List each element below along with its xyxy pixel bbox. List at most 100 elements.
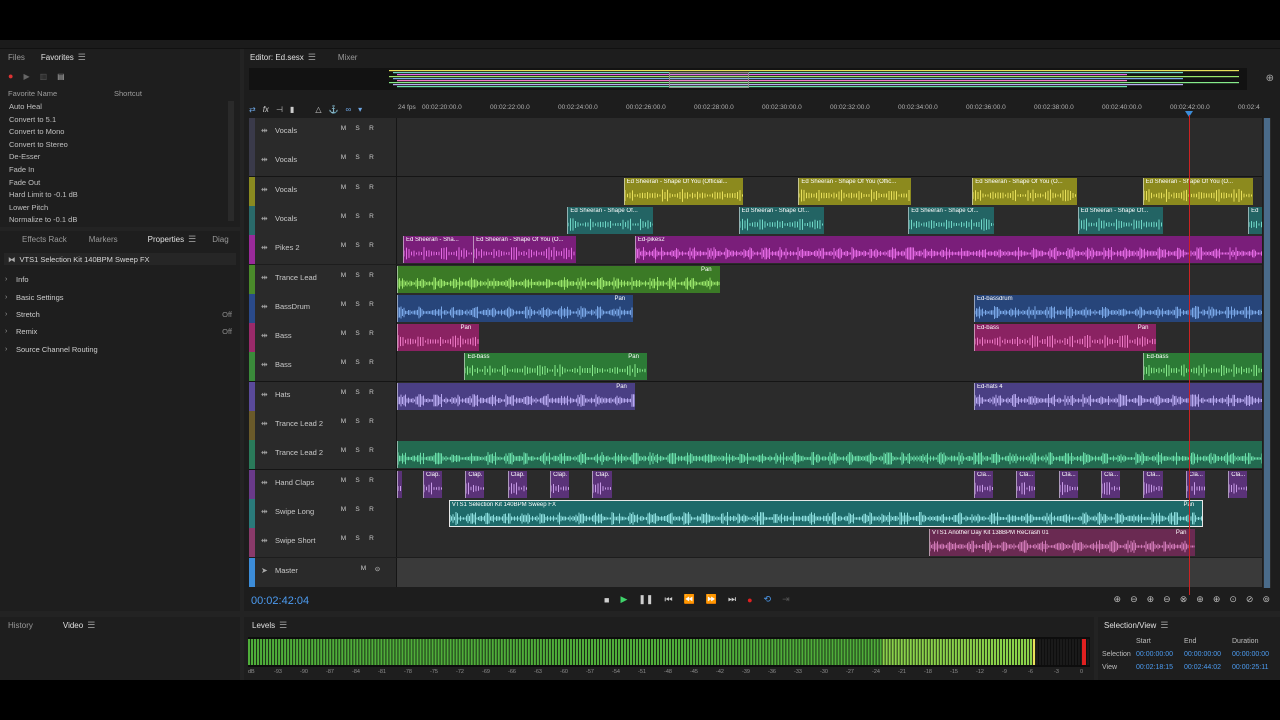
audio-clip[interactable]: Cla... — [973, 470, 993, 498]
record-arm-button[interactable]: R — [367, 301, 376, 308]
track-name[interactable]: Bass — [275, 360, 292, 369]
track-header[interactable]: ⇹ Trance Lead M S R — [249, 264, 397, 294]
audio-clip[interactable]: Clap... — [550, 470, 570, 498]
solo-button[interactable]: S — [353, 330, 362, 337]
list-item[interactable]: Hard Limit to -0.1 dB — [0, 189, 226, 202]
scrollbar-thumb[interactable] — [1264, 118, 1270, 588]
record-arm-button[interactable]: R — [367, 418, 376, 425]
record-arm-button[interactable]: R — [367, 330, 376, 337]
record-arm-button[interactable]: R — [367, 272, 376, 279]
timeline-ruler[interactable]: 24 fps 00:02:20:00.0 00:02:22:00.0 00:02:2… — [397, 102, 1261, 118]
mute-button[interactable]: M — [339, 213, 348, 220]
track-lane[interactable]: Pan Ed-hats 4 — [397, 381, 1262, 411]
settings-icon[interactable]: ▤ — [57, 72, 65, 81]
mute-button[interactable]: M — [339, 330, 348, 337]
fx-icon[interactable]: fx — [263, 105, 269, 114]
clip-pan-label[interactable]: Pan — [701, 267, 712, 273]
go-to-end-icon[interactable]: ⏭ — [728, 594, 736, 605]
list-item[interactable]: Lower Pitch — [0, 202, 226, 215]
mute-button[interactable]: M — [339, 154, 348, 161]
record-arm-button[interactable]: R — [367, 447, 376, 454]
clip-indicator[interactable] — [1082, 639, 1086, 665]
master-output-routing-icon[interactable]: ⊝ — [373, 565, 382, 573]
view-end-field[interactable]: 00:02:44:02 — [1184, 664, 1232, 671]
tab-properties[interactable]: Properties ☰ — [126, 234, 205, 245]
track-lane[interactable]: Pan Ed-bassdrum — [397, 293, 1262, 323]
track-name[interactable]: Vocals — [275, 155, 297, 164]
record-arm-button[interactable]: R — [367, 242, 376, 249]
track-name[interactable]: Trance Lead — [275, 273, 317, 282]
track-header[interactable]: ⇹ Bass M S R — [249, 352, 397, 382]
track-header[interactable]: ⇹ Bass M S R — [249, 323, 397, 353]
panel-menu-icon[interactable]: ☰ — [188, 234, 196, 245]
playhead[interactable] — [1189, 115, 1190, 595]
record-arm-button[interactable]: R — [367, 213, 376, 220]
mute-button[interactable]: M — [339, 418, 348, 425]
track-lane[interactable] — [397, 440, 1262, 470]
selection-duration-field[interactable]: 00:00:00:00 — [1232, 651, 1280, 658]
mute-button[interactable]: M — [339, 477, 348, 484]
current-time-display[interactable]: 00:02:42:04 — [251, 595, 309, 607]
track-name[interactable]: Master — [275, 566, 298, 575]
more-tabs-icon[interactable]: » — [237, 235, 240, 244]
audio-clip[interactable]: Ed Sheeran - Shape Of... — [567, 206, 654, 234]
list-item[interactable]: Convert to Mono — [0, 126, 226, 139]
solo-button[interactable]: S — [353, 477, 362, 484]
track-name[interactable]: Vocals — [275, 214, 297, 223]
audio-clip[interactable]: Ed Sheeran - Shape Of You (O... — [972, 177, 1077, 205]
track-name[interactable]: Trance Lead 2 — [275, 448, 323, 457]
list-item[interactable]: Convert to 5.1 — [0, 114, 226, 127]
track-lane[interactable] — [397, 147, 1262, 177]
solo-button[interactable]: S — [353, 535, 362, 542]
delete-icon[interactable]: ▥ — [40, 72, 48, 81]
mute-button[interactable]: M — [339, 535, 348, 542]
audio-clip[interactable]: Cla... — [1016, 470, 1036, 498]
track-header[interactable]: ⇹ Vocals M S R — [249, 176, 397, 206]
track-name[interactable]: Hand Claps — [275, 478, 314, 487]
audio-clip[interactable]: Ed-bass Pan — [973, 324, 1157, 352]
track-header[interactable]: ⇹ Hand Claps M S R — [249, 469, 397, 499]
record-arm-button[interactable]: R — [367, 359, 376, 366]
panel-menu-icon[interactable]: ☰ — [1160, 620, 1168, 631]
audio-clip[interactable]: Pan — [397, 294, 634, 322]
audio-clip[interactable]: VTS1 Another Day Kit 138BPM ReCrash 01 Pa… — [928, 529, 1195, 557]
track-name[interactable]: BassDrum — [275, 302, 310, 311]
solo-button[interactable]: S — [353, 301, 362, 308]
record-arm-button[interactable]: R — [367, 535, 376, 542]
track-lane[interactable]: Ed Sheeran - Shape Of You (Official... Ed… — [397, 176, 1262, 206]
audio-clip[interactable]: Ed Sheeran - Shape Of You (O... — [473, 236, 577, 264]
audio-clip[interactable]: VTS1 Selection Kit 140BPM Sweep FXPan — [448, 499, 1204, 527]
audio-clip[interactable]: Ed Sheeran - Shape Of You (Offic... — [798, 177, 911, 205]
track-header[interactable]: ⇹ Vocals M S R — [249, 147, 397, 177]
track-lane[interactable]: VTS1 Selection Kit 140BPM Sweep FXPan — [397, 498, 1262, 528]
go-to-start-icon[interactable]: ⏮ — [664, 594, 672, 605]
list-item[interactable]: Convert to Stereo — [0, 139, 226, 152]
panel-menu-icon[interactable]: ☰ — [279, 620, 287, 631]
tracks-scrollbar[interactable] — [1263, 118, 1271, 588]
view-duration-field[interactable]: 00:00:25:11 — [1232, 664, 1280, 671]
clip-pan-label[interactable]: Pan — [628, 354, 639, 360]
section-remix[interactable]: › Remix Off — [0, 323, 240, 340]
mute-button[interactable]: M — [339, 242, 348, 249]
track-lane[interactable] — [397, 411, 1262, 440]
loop-icon[interactable]: ∞ — [345, 105, 351, 114]
zoom-in-end-icon[interactable]: ⊕ — [1213, 594, 1221, 605]
track-header[interactable]: ⇹ Trance Lead 2 MSR — [249, 440, 397, 470]
list-item[interactable]: De-Esser — [0, 151, 226, 164]
solo-button[interactable]: S — [353, 125, 362, 132]
track-header[interactable]: ⇹ Trance Lead 2 MSR — [249, 411, 397, 440]
clip-pan-label[interactable]: Pan — [460, 325, 471, 331]
selection-end-field[interactable]: 00:00:00:00 — [1184, 651, 1232, 658]
audio-clip[interactable]: Cla... — [1228, 470, 1248, 498]
track-name[interactable]: Swipe Long — [275, 507, 314, 516]
zoom-selection-icon[interactable]: ⊙ — [1229, 594, 1237, 605]
fast-forward-icon[interactable]: ⏩ — [706, 594, 717, 605]
mute-button[interactable]: M — [339, 125, 348, 132]
audio-clip[interactable] — [397, 441, 1262, 469]
zoom-in-start-icon[interactable]: ⊕ — [1196, 594, 1204, 605]
zoom-all-tracks-icon[interactable]: ⊚ — [1262, 594, 1270, 605]
tab-diag[interactable]: Diag — [204, 235, 236, 244]
tab-mixer[interactable]: Mixer — [324, 53, 366, 62]
record-arm-button[interactable]: R — [367, 506, 376, 513]
tab-levels[interactable]: Levels ☰ — [244, 620, 295, 631]
